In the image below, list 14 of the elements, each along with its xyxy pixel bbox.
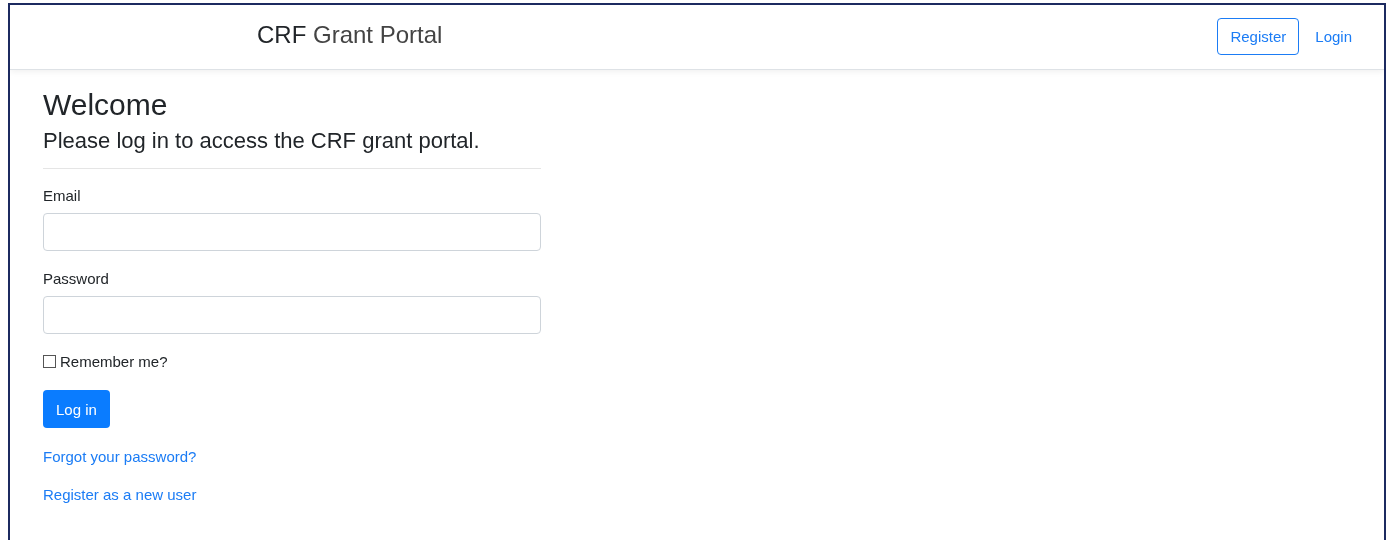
register-button[interactable]: Register — [1217, 18, 1300, 55]
page-subheading: Please log in to access the CRF grant portal. — [43, 128, 481, 154]
input-field[interactable] — [43, 213, 541, 251]
input-field[interactable] — [43, 296, 541, 334]
login-button[interactable]: Log in — [43, 390, 110, 428]
brand-title[interactable]: CRF Grant Portal — [257, 21, 443, 49]
field-label: Password — [43, 270, 110, 287]
text-link[interactable]: Register as a new user — [43, 486, 197, 503]
nav-link[interactable]: Login — [1303, 19, 1364, 54]
page-heading: Welcome — [43, 88, 169, 122]
checkbox[interactable] — [43, 355, 56, 368]
field-label: Email — [43, 187, 82, 204]
text-link[interactable]: Forgot your password? — [43, 448, 197, 465]
checkbox-label: Remember me? — [60, 353, 168, 370]
